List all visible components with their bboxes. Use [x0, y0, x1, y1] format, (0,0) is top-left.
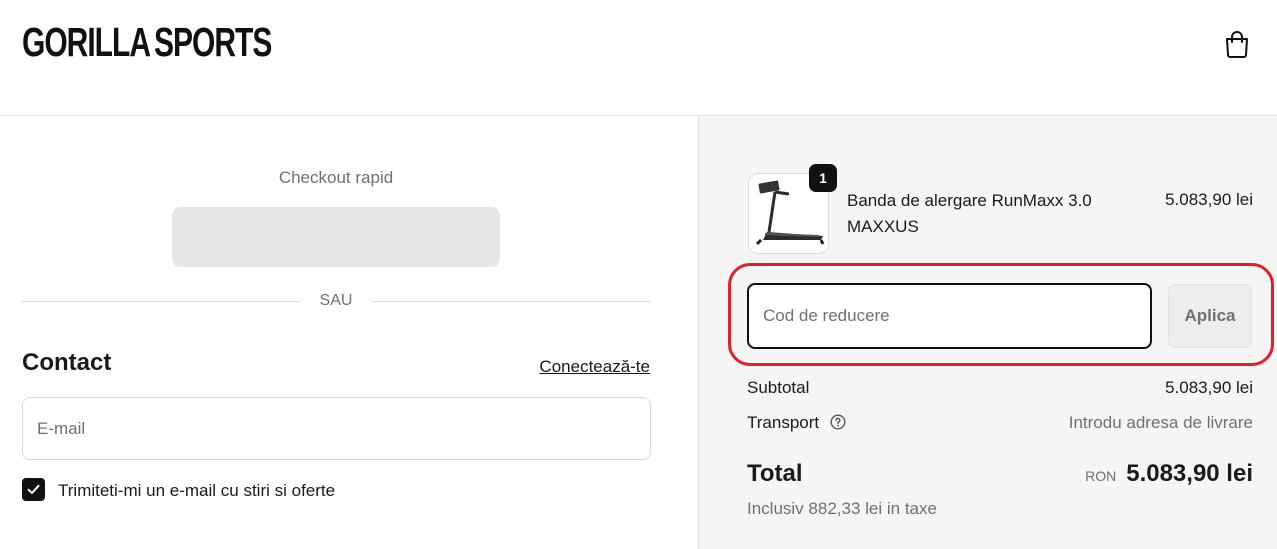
- shipping-row: Transport: [747, 413, 846, 433]
- express-checkout-title: Checkout rapid: [278, 168, 394, 187]
- contact-heading: Contact: [22, 349, 112, 376]
- checkout-form-panel: Checkout rapid SAU Contact Conectează-te…: [0, 116, 698, 549]
- shipping-label: Transport: [747, 413, 820, 432]
- quantity-badge: 1: [809, 164, 837, 192]
- shopping-bag-icon[interactable]: [1224, 30, 1250, 58]
- subtotal-label: Subtotal: [747, 378, 810, 397]
- login-link[interactable]: Conectează-te: [539, 357, 650, 377]
- product-name: Banda de alergare RunMaxx 3.0 MAXXUS: [847, 191, 1092, 236]
- site-header: GORILLA SPORTS: [0, 0, 1277, 116]
- shipping-value: Introdu adresa de livrare: [1068, 413, 1253, 432]
- newsletter-label[interactable]: Trimiteti-mi un e-mail cu stiri si ofert…: [58, 481, 335, 501]
- discount-code-input[interactable]: [747, 283, 1152, 349]
- divider-line-right: [372, 301, 650, 302]
- gorilla-sports-logo[interactable]: GORILLA SPORTS: [22, 16, 272, 72]
- total-label: Total: [747, 460, 803, 487]
- product-price: 5.083,90 lei: [1165, 190, 1253, 209]
- subtotal-value: 5.083,90 lei: [1165, 378, 1253, 397]
- divider-line-left: [22, 301, 300, 302]
- total-amount-group: RON 5.083,90 lei: [1085, 460, 1253, 488]
- order-summary-panel: 1 Banda de alergare RunMaxx 3.0 MAXXUS 5…: [698, 116, 1277, 549]
- or-divider: SAU: [319, 292, 353, 309]
- logo-text-left: GORILLA: [22, 21, 151, 66]
- currency-code: RON: [1085, 468, 1117, 484]
- email-field[interactable]: [22, 397, 651, 460]
- newsletter-checkbox[interactable]: [22, 478, 45, 501]
- total-value: 5.083,90 lei: [1126, 460, 1253, 487]
- tax-note: Inclusiv 882,33 lei in taxe: [747, 499, 937, 518]
- logo-text-right: SPORTS: [154, 21, 272, 66]
- checkmark-icon: [27, 484, 40, 494]
- express-checkout-button[interactable]: [172, 207, 500, 267]
- apply-discount-button[interactable]: Aplica: [1168, 284, 1252, 348]
- help-icon[interactable]: [830, 414, 846, 430]
